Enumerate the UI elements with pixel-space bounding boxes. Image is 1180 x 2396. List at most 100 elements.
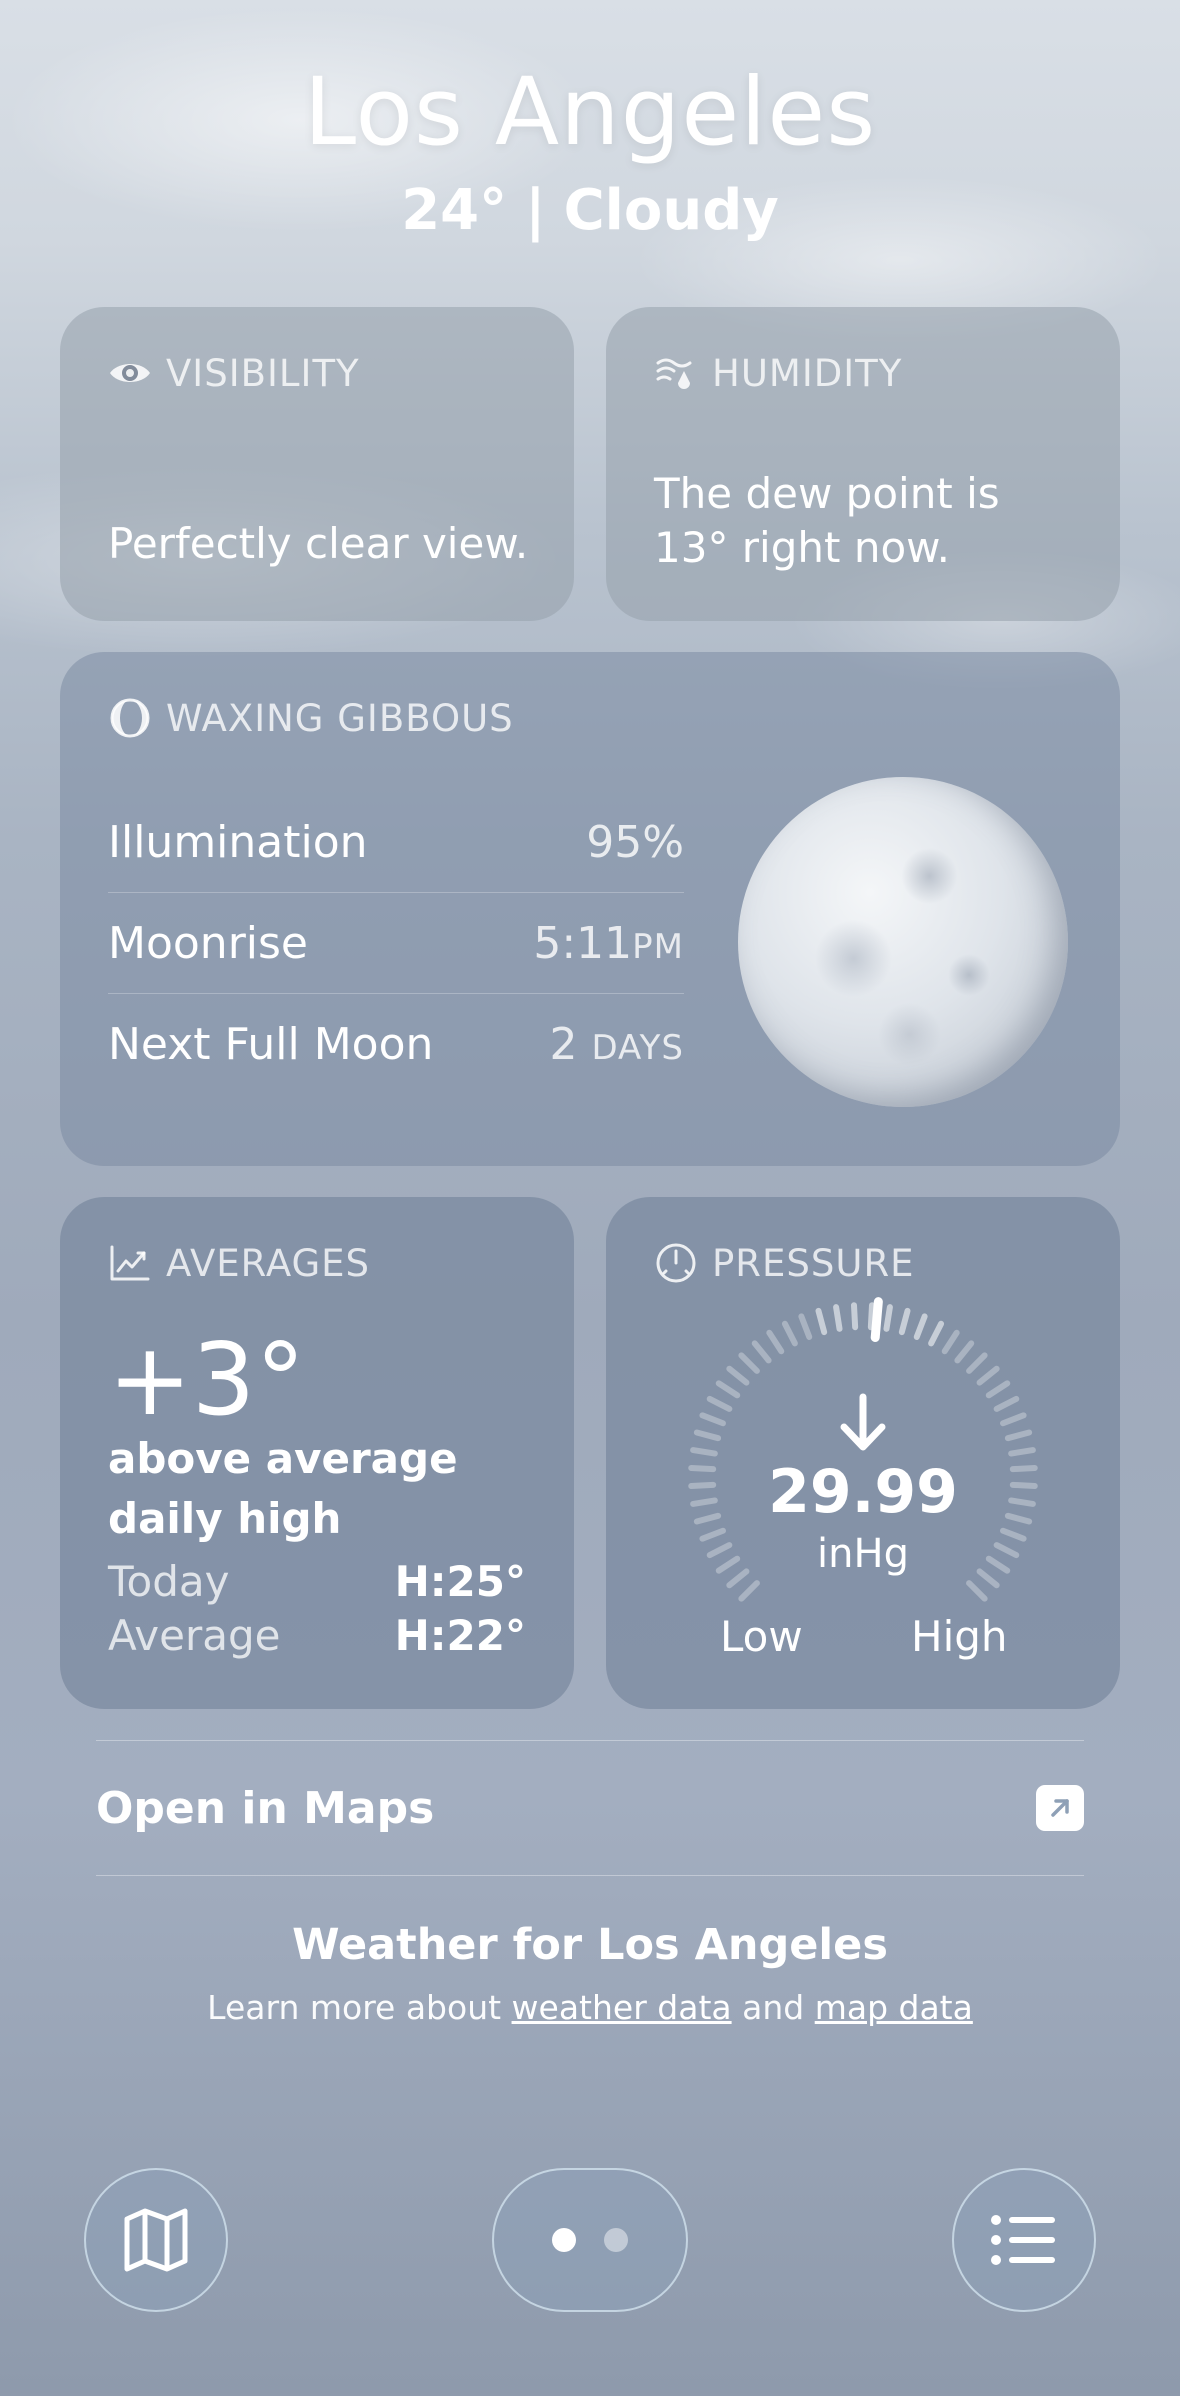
gauge-tick bbox=[798, 1313, 813, 1340]
gauge-low-label: Low bbox=[720, 1612, 803, 1661]
gauge-tick bbox=[1000, 1527, 1027, 1542]
gauge-tick bbox=[850, 1302, 859, 1331]
avg-row-today: Today H:25° bbox=[108, 1557, 526, 1606]
map-button[interactable] bbox=[84, 2168, 228, 2312]
gauge-tick bbox=[867, 1302, 876, 1331]
average-description: above average daily high bbox=[108, 1434, 458, 1543]
visibility-text: Perfectly clear view. bbox=[108, 519, 529, 568]
row-key: Illumination bbox=[108, 816, 368, 868]
gauge-tick bbox=[688, 1464, 717, 1473]
page-dot-2[interactable] bbox=[604, 2228, 628, 2252]
moon-row-illumination: Illumination 95% bbox=[108, 792, 684, 893]
moon-card[interactable]: WAXING GIBBOUS Illumination 95% Moonrise… bbox=[60, 652, 1120, 1166]
gauge-marker bbox=[870, 1297, 883, 1343]
gauge-tick bbox=[993, 1542, 1020, 1559]
map-icon bbox=[124, 2208, 188, 2272]
list-icon bbox=[991, 2215, 1055, 2265]
gauge-tick bbox=[766, 1329, 785, 1355]
row-value: 5:11PM bbox=[533, 917, 684, 969]
gauge-tick bbox=[993, 1395, 1020, 1412]
chart-trend-icon bbox=[110, 1245, 150, 1281]
gauge-tick bbox=[966, 1352, 988, 1374]
gauge-tick bbox=[693, 1429, 722, 1442]
gauge-tick bbox=[706, 1542, 733, 1559]
moon-image bbox=[738, 777, 1068, 1107]
external-link-icon[interactable] bbox=[1036, 1785, 1084, 1831]
gauge-tick bbox=[738, 1352, 760, 1374]
gauge-icon bbox=[656, 1243, 696, 1283]
gauge-tick bbox=[1004, 1512, 1033, 1525]
gauge-tick bbox=[738, 1580, 760, 1602]
average-delta: +3° bbox=[108, 1321, 306, 1438]
moon-details: Illumination 95% Moonrise 5:11PM Next Fu… bbox=[108, 792, 684, 1094]
gauge-tick bbox=[706, 1395, 733, 1412]
pressure-gauge: 29.99 inHg bbox=[688, 1297, 1038, 1602]
averages-card[interactable]: AVERAGES +3° above average daily high To… bbox=[60, 1197, 574, 1709]
current-conditions: 24° | Cloudy bbox=[0, 176, 1180, 246]
gauge-tick bbox=[1009, 1481, 1038, 1490]
gauge-tick bbox=[1008, 1447, 1036, 1457]
gauge-tick bbox=[976, 1365, 1000, 1386]
gauge-tick bbox=[690, 1447, 718, 1457]
gauge-tick bbox=[699, 1527, 726, 1542]
open-in-maps-row[interactable]: Open in Maps bbox=[96, 1740, 1084, 1876]
page-dot-1[interactable] bbox=[552, 2228, 576, 2252]
moon-phase-label: WAXING GIBBOUS bbox=[166, 696, 514, 740]
averages-label: AVERAGES bbox=[166, 1241, 371, 1285]
humidity-label: HUMIDITY bbox=[712, 351, 903, 395]
separator: | bbox=[525, 178, 546, 243]
gauge-tick bbox=[693, 1512, 722, 1525]
gauge-tick bbox=[913, 1313, 928, 1340]
gauge-tick bbox=[726, 1365, 750, 1386]
card-header: AVERAGES bbox=[108, 1241, 526, 1285]
gauge-tick bbox=[781, 1320, 798, 1347]
condition-text: Cloudy bbox=[563, 178, 779, 243]
footer-subtitle: Learn more about weather data and map da… bbox=[207, 1988, 973, 2027]
gauge-tick bbox=[1000, 1412, 1027, 1427]
gauge-tick bbox=[1009, 1464, 1038, 1473]
gauge-tick bbox=[898, 1307, 911, 1336]
moon-row-next-full-moon: Next Full Moon 2 DAYS bbox=[108, 994, 684, 1094]
open-in-maps-label: Open in Maps bbox=[96, 1782, 435, 1834]
pressure-unit: inHg bbox=[817, 1531, 909, 1577]
gauge-tick bbox=[985, 1555, 1011, 1574]
gauge-tick bbox=[833, 1304, 843, 1332]
gauge-tick bbox=[688, 1481, 717, 1490]
humidity-card[interactable]: HUMIDITY The dew point is 13° right now. bbox=[606, 307, 1120, 621]
gauge-tick bbox=[883, 1304, 893, 1332]
city-name: Los Angeles bbox=[303, 58, 877, 167]
gauge-tick bbox=[985, 1380, 1011, 1399]
row-key: Moonrise bbox=[108, 917, 308, 969]
gauge-tick bbox=[726, 1568, 750, 1589]
moon-phase-icon bbox=[110, 698, 150, 738]
location-list-button[interactable] bbox=[952, 2168, 1096, 2312]
gauge-tick bbox=[815, 1307, 828, 1336]
gauge-tick bbox=[751, 1340, 772, 1364]
avg-row-average: Average H:22° bbox=[108, 1611, 526, 1660]
average-comparison: Today H:25° Average H:22° bbox=[108, 1555, 526, 1663]
pressure-value: 29.99 bbox=[768, 1457, 958, 1527]
gauge-tick bbox=[976, 1568, 1000, 1589]
trend-down-arrow-icon bbox=[840, 1393, 886, 1451]
gauge-tick bbox=[966, 1580, 988, 1602]
card-header: VISIBILITY bbox=[108, 351, 526, 395]
current-temp: 24° bbox=[401, 178, 508, 243]
humidity-text: The dew point is 13° right now. bbox=[654, 469, 1000, 572]
visibility-card[interactable]: VISIBILITY Perfectly clear view. bbox=[60, 307, 574, 621]
row-value: 2 DAYS bbox=[549, 1018, 684, 1070]
footer-title: Weather for Los Angeles bbox=[292, 1920, 888, 1970]
location-header: Los Angeles 24° | Cloudy bbox=[0, 58, 1180, 246]
eye-icon bbox=[110, 364, 150, 382]
gauge-tick bbox=[715, 1380, 741, 1399]
card-header: HUMIDITY bbox=[654, 351, 1072, 395]
page-indicator[interactable] bbox=[492, 2168, 688, 2312]
gauge-tick bbox=[690, 1497, 718, 1507]
row-value: 95% bbox=[586, 816, 684, 868]
pressure-card[interactable]: PRESSURE 29.99 inHg Low High bbox=[606, 1197, 1120, 1709]
visibility-label: VISIBILITY bbox=[166, 351, 360, 395]
weather-data-link[interactable]: weather data bbox=[512, 1988, 732, 2027]
gauge-tick bbox=[928, 1320, 945, 1347]
map-data-link[interactable]: map data bbox=[815, 1988, 973, 2027]
gauge-tick bbox=[715, 1555, 741, 1574]
row-key: Next Full Moon bbox=[108, 1018, 434, 1070]
